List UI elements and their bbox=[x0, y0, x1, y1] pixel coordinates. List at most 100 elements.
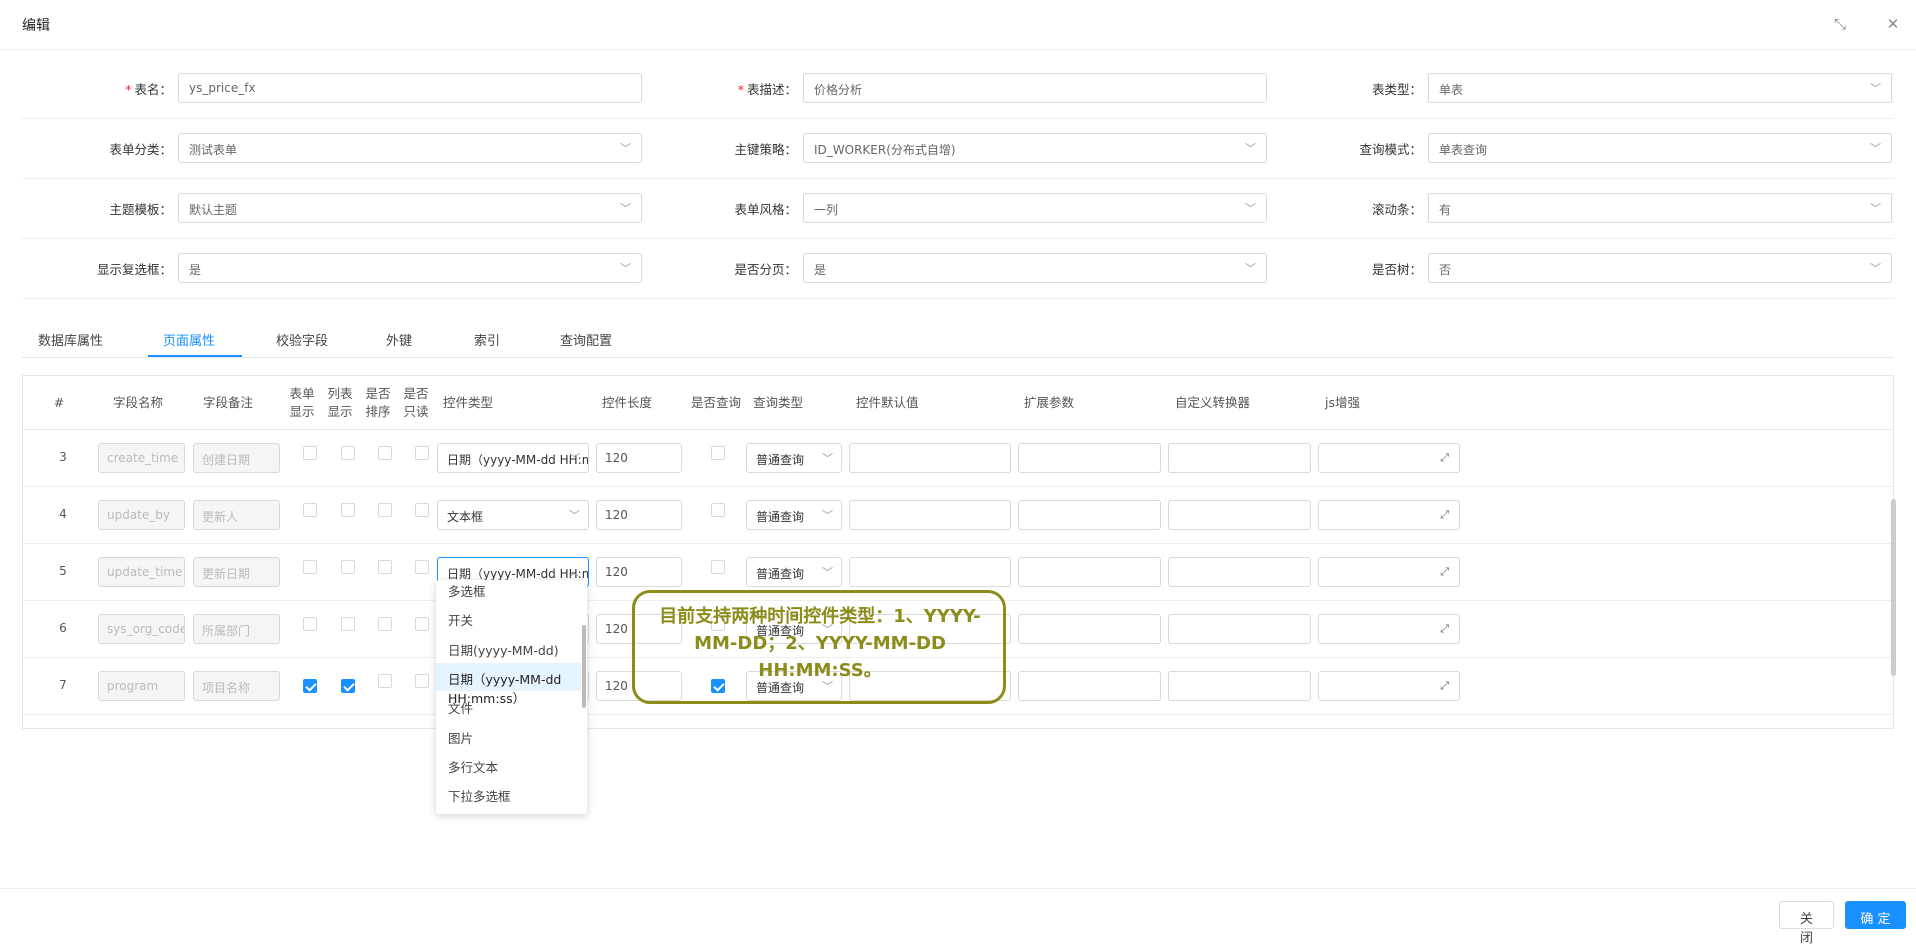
maximize-icon[interactable]: ⤡ bbox=[1831, 15, 1849, 33]
sort-checkbox[interactable] bbox=[378, 446, 392, 460]
form-select[interactable]: 否 ﹀ bbox=[1428, 253, 1892, 283]
ctrl-type-select[interactable]: 日期（yyyy-MM-dd HH:mm:ss）﹀ bbox=[437, 443, 589, 473]
converter-input[interactable] bbox=[1168, 443, 1311, 473]
list-checkbox[interactable] bbox=[341, 679, 355, 693]
table-row: 4 update_by 更新人 文本框 ﹀ 120 普通查询 ﹀ ⤢ bbox=[23, 487, 1893, 544]
form-select[interactable]: 有 ﹀ bbox=[1428, 193, 1892, 223]
field-remark-input[interactable]: 所属部门 bbox=[193, 614, 280, 644]
dropdown-option[interactable]: 开关 bbox=[436, 604, 581, 632]
field-remark-input[interactable]: 项目名称 bbox=[193, 671, 280, 701]
dropdown-option[interactable]: 多行文本 bbox=[436, 751, 581, 779]
list-checkbox[interactable] bbox=[341, 503, 355, 517]
form-row: 显示复选框：是 ﹀ 是否分页：是 ﹀ 是否树：否 ﹀ bbox=[22, 239, 1894, 299]
is-query-checkbox[interactable] bbox=[711, 560, 725, 574]
expand-icon[interactable]: ⤢ bbox=[1440, 565, 1449, 579]
form-checkbox[interactable] bbox=[303, 446, 317, 460]
col-list-show-l2: 显示 bbox=[327, 404, 353, 419]
form-select[interactable]: 单表 ﹀ bbox=[1428, 73, 1892, 103]
tab-2[interactable]: 校验字段 bbox=[276, 330, 328, 349]
converter-input[interactable] bbox=[1168, 671, 1311, 701]
dropdown-scrollbar[interactable] bbox=[582, 625, 586, 708]
tab-5[interactable]: 查询配置 bbox=[560, 330, 612, 349]
ro-checkbox[interactable] bbox=[415, 617, 429, 631]
chevron-down-icon: ﹀ bbox=[822, 509, 833, 522]
dropdown-option[interactable]: 图片 bbox=[436, 722, 581, 750]
field-name-input[interactable]: create_time bbox=[98, 443, 185, 473]
ro-checkbox[interactable] bbox=[415, 446, 429, 460]
is-query-checkbox[interactable] bbox=[711, 446, 725, 460]
js-enhance-input[interactable]: ⤢ bbox=[1318, 557, 1460, 587]
ext-param-input[interactable] bbox=[1018, 443, 1161, 473]
dropdown-option[interactable]: 下拉多选框 bbox=[436, 780, 581, 808]
js-enhance-input[interactable]: ⤢ bbox=[1318, 500, 1460, 530]
row-number: 4 bbox=[59, 507, 67, 521]
default-value-input[interactable] bbox=[849, 557, 1011, 587]
ext-param-input[interactable] bbox=[1018, 671, 1161, 701]
field-name-input[interactable]: program bbox=[98, 671, 185, 701]
close-button[interactable]: 关 闭 bbox=[1779, 901, 1834, 946]
form-value: 单表 bbox=[1439, 83, 1464, 97]
ctrl-type-dropdown: 多选框 开关 日期(yyyy-MM-dd) 日期（yyyy-MM-dd HH:mm:s… bbox=[436, 580, 587, 814]
confirm-button[interactable]: 确 定 bbox=[1845, 901, 1906, 929]
query-type-select[interactable]: 普通查询 ﹀ bbox=[746, 443, 842, 473]
form-checkbox[interactable] bbox=[303, 679, 317, 693]
chevron-down-icon: ﹀ bbox=[822, 452, 833, 465]
ctrl-length-input[interactable]: 120 bbox=[596, 443, 682, 473]
form-checkbox[interactable] bbox=[303, 503, 317, 517]
ext-param-input[interactable] bbox=[1018, 500, 1161, 530]
form-label-text: 是否树 bbox=[1371, 262, 1410, 277]
expand-icon[interactable]: ⤢ bbox=[1440, 622, 1449, 636]
dropdown-option[interactable]: 日期（yyyy-MM-dd HH:mm:ss） bbox=[436, 662, 581, 706]
form-checkbox[interactable] bbox=[303, 560, 317, 574]
converter-input[interactable] bbox=[1168, 557, 1311, 587]
field-remark-input[interactable]: 更新日期 bbox=[193, 557, 280, 587]
dropdown-option[interactable]: 多选框 bbox=[436, 580, 581, 603]
ro-checkbox[interactable] bbox=[415, 560, 429, 574]
expand-icon[interactable]: ⤢ bbox=[1440, 679, 1449, 693]
query-type-select[interactable]: 普通查询 ﹀ bbox=[746, 500, 842, 530]
js-enhance-input[interactable]: ⤢ bbox=[1318, 671, 1460, 701]
table-scrollbar[interactable] bbox=[1891, 499, 1896, 676]
ext-param-input[interactable] bbox=[1018, 557, 1161, 587]
ctrl-length-input[interactable]: 120 bbox=[596, 500, 682, 530]
form-select[interactable]: 单表查询 ﹀ bbox=[1428, 133, 1892, 163]
is-query-checkbox[interactable] bbox=[711, 503, 725, 517]
default-value-input[interactable] bbox=[849, 443, 1011, 473]
ctrl-length-input[interactable]: 120 bbox=[596, 557, 682, 587]
converter-input[interactable] bbox=[1168, 500, 1311, 530]
sort-checkbox[interactable] bbox=[378, 560, 392, 574]
form-item: 表类型： 单表 ﹀ bbox=[22, 73, 1894, 103]
field-remark-input[interactable]: 更新人 bbox=[193, 500, 280, 530]
list-checkbox[interactable] bbox=[341, 560, 355, 574]
tab-1[interactable]: 页面属性 bbox=[163, 330, 215, 349]
field-name-input[interactable]: update_by bbox=[98, 500, 185, 530]
default-value-input[interactable] bbox=[849, 500, 1011, 530]
field-name-input[interactable]: update_time bbox=[98, 557, 185, 587]
expand-icon[interactable]: ⤢ bbox=[1440, 508, 1449, 522]
tab-0[interactable]: 数据库属性 bbox=[38, 330, 103, 349]
converter-input[interactable] bbox=[1168, 614, 1311, 644]
close-icon[interactable]: ✕ bbox=[1884, 15, 1902, 33]
tab-3[interactable]: 外键 bbox=[386, 330, 412, 349]
sort-checkbox[interactable] bbox=[378, 503, 392, 517]
ro-checkbox[interactable] bbox=[415, 503, 429, 517]
sort-checkbox[interactable] bbox=[378, 674, 392, 688]
col-default-val: 控件默认值 bbox=[856, 395, 919, 410]
field-name-input[interactable]: sys_org_code bbox=[98, 614, 185, 644]
dropdown-option[interactable]: 文件 bbox=[436, 692, 581, 720]
ctrl-type-select[interactable]: 文本框 ﹀ bbox=[437, 500, 589, 530]
list-checkbox[interactable] bbox=[341, 617, 355, 631]
expand-icon[interactable]: ⤢ bbox=[1440, 451, 1449, 465]
tab-4[interactable]: 索引 bbox=[474, 330, 500, 349]
form-checkbox[interactable] bbox=[303, 617, 317, 631]
js-enhance-input[interactable]: ⤢ bbox=[1318, 614, 1460, 644]
table-header: # 字段名称 字段备注 表单 显示 列表 显示 是否 排序 是否 只读 控件类型… bbox=[23, 376, 1893, 430]
ext-param-input[interactable] bbox=[1018, 614, 1161, 644]
query-type-select[interactable]: 普通查询 ﹀ bbox=[746, 557, 842, 587]
field-remark-input[interactable]: 创建日期 bbox=[193, 443, 280, 473]
js-enhance-input[interactable]: ⤢ bbox=[1318, 443, 1460, 473]
list-checkbox[interactable] bbox=[341, 446, 355, 460]
ro-checkbox[interactable] bbox=[415, 674, 429, 688]
dropdown-option[interactable]: 日期(yyyy-MM-dd) bbox=[436, 634, 581, 662]
sort-checkbox[interactable] bbox=[378, 617, 392, 631]
